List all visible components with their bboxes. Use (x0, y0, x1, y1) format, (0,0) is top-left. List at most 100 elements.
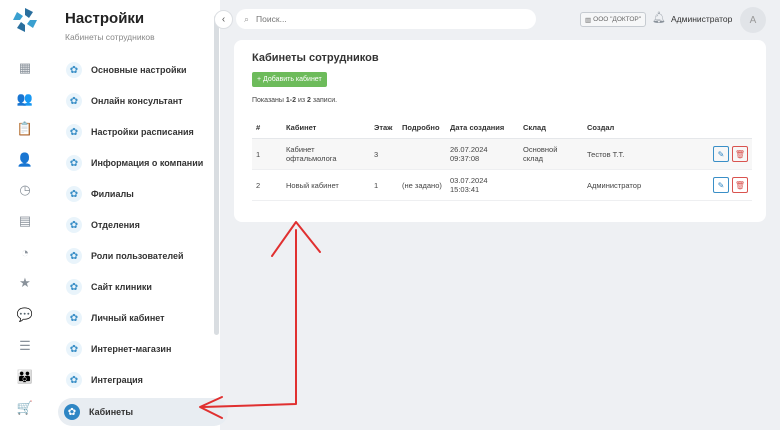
rooms-table: # Кабинет Этаж Подробно Дата создания Склад Со… (252, 116, 752, 201)
records-summary: Показаны 1-2 из 2 записи. (252, 97, 337, 104)
gear-icon: ✿ (66, 93, 82, 109)
sidebar-item-label: Сайт клиники (91, 282, 152, 292)
sidebar-item-label: Настройки расписания (91, 127, 194, 137)
column-header[interactable]: Создал (583, 116, 683, 139)
gear-icon: ✿ (64, 404, 80, 420)
top-bar: ⌕ ▥ ООО "ДОКТОР" 🔔︎ Администратор А (220, 0, 780, 38)
avatar[interactable]: А (740, 7, 766, 33)
sidebar-item-label: Отделения (91, 220, 140, 230)
edit-icon[interactable]: ✎ (713, 146, 729, 162)
column-header[interactable]: Этаж (370, 116, 398, 139)
cell-stock: Основной склад (519, 138, 583, 170)
cell-name: Новый кабинет (282, 169, 370, 201)
gear-icon: ✿ (66, 124, 82, 140)
cell-name: Кабинет офтальмолога (282, 138, 370, 170)
add-room-button[interactable]: + Добавить кабинет (252, 72, 327, 87)
cell-num: 1 (252, 138, 282, 170)
cell-floor: 1 (370, 169, 398, 201)
cell-creator: Администратор (583, 169, 683, 201)
sidebar-item-label: Интеграция (91, 375, 143, 385)
sidebar-item-7[interactable]: ✿ Роли пользователей (60, 242, 220, 270)
users-icon[interactable]: 👥 (15, 89, 35, 109)
cell-details: (не задано) (398, 169, 446, 201)
sidebar-item-label: Кабинеты (89, 407, 134, 417)
table-row[interactable]: 2 Новый кабинет 1 (не задано) 03.07.2024 15:… (252, 169, 752, 201)
search-box[interactable]: ⌕ (236, 9, 536, 29)
search-input[interactable] (254, 13, 519, 25)
sidebar-item-3[interactable]: ✿ Настройки расписания (60, 118, 220, 146)
sidebar-item-label: Информация о компании (91, 158, 204, 168)
cell-stock (519, 169, 583, 201)
sidebar-item-label: Основные настройки (91, 65, 187, 75)
cell-actions: ✎ 🗑︎ (683, 138, 752, 170)
sidebar-item-12[interactable]: ✿ Кабинеты (58, 398, 228, 426)
settings-sidebar: Настройки Кабинеты сотрудников ✿ Основные… (50, 0, 228, 430)
sidebar-item-label: Интернет-магазин (91, 344, 172, 354)
sidebar-item-10[interactable]: ✿ Интернет-магазин (60, 335, 220, 363)
list-icon[interactable]: ☰ (15, 336, 35, 356)
search-icon: ⌕ (244, 13, 250, 24)
sidebar-item-1[interactable]: ✿ Основные настройки (60, 56, 220, 84)
summary-prefix: Показаны (252, 97, 286, 104)
sidebar-item-label: Роли пользователей (91, 251, 184, 261)
column-header[interactable]: Кабинет (282, 116, 370, 139)
gear-icon: ✿ (66, 341, 82, 357)
cell-floor: 3 (370, 138, 398, 170)
chat-icon[interactable]: 💬 (15, 305, 35, 325)
gear-icon: ✿ (66, 217, 82, 233)
gear-icon: ✿ (66, 62, 82, 78)
column-header[interactable]: # (252, 116, 282, 139)
column-header[interactable]: Склад (519, 116, 583, 139)
rooms-card: Кабинеты сотрудников + Добавить кабинет … (234, 40, 766, 222)
user-icon[interactable]: 👤 (15, 150, 35, 170)
bell-icon[interactable]: 🔔︎ (652, 11, 666, 24)
trash-icon[interactable]: 🗑︎ (732, 177, 748, 193)
sidebar-item-11[interactable]: ✿ Интеграция (60, 366, 220, 394)
sidebar-item-6[interactable]: ✿ Отделения (60, 211, 220, 239)
star-icon[interactable]: ★ (15, 273, 35, 293)
clipboard-icon[interactable]: 📋 (15, 119, 35, 139)
logo-icon[interactable] (11, 6, 39, 34)
cart-icon[interactable]: 🛒 (15, 398, 35, 418)
building-icon: ▥ (585, 16, 592, 24)
gear-icon: ✿ (66, 310, 82, 326)
trash-icon[interactable]: 🗑︎ (732, 146, 748, 162)
column-header[interactable]: Дата создания (446, 116, 519, 139)
sidebar-item-9[interactable]: ✿ Личный кабинет (60, 304, 220, 332)
sidebar-subtitle: Кабинеты сотрудников (65, 32, 155, 42)
summary-mid: из (296, 97, 308, 104)
sidebar-item-4[interactable]: ✿ Информация о компании (60, 149, 220, 177)
sidebar-item-label: Филиалы (91, 189, 134, 199)
sidebar-item-2[interactable]: ✿ Онлайн консультант (60, 87, 220, 115)
gear-icon: ✿ (66, 279, 82, 295)
calendar-icon[interactable]: ▦ (15, 58, 35, 78)
clock-icon[interactable]: ◷ (15, 180, 35, 200)
table-icon[interactable]: ▤ (15, 211, 35, 231)
page-title: Кабинеты сотрудников (252, 52, 379, 64)
gear-icon: ✿ (66, 155, 82, 171)
organization-badge[interactable]: ▥ ООО "ДОКТОР" (580, 12, 647, 27)
gear-icon: ✿ (66, 248, 82, 264)
actions-header (683, 116, 752, 139)
sidebar-item-8[interactable]: ✿ Сайт клиники (60, 273, 220, 301)
table-row[interactable]: 1 Кабинет офтальмолога 3 26.07.2024 09:37:0… (252, 138, 752, 170)
gear-icon: ✿ (66, 372, 82, 388)
cell-details (398, 138, 446, 170)
edit-icon[interactable]: ✎ (713, 177, 729, 193)
cell-num: 2 (252, 169, 282, 201)
sidebar-item-label: Личный кабинет (91, 313, 165, 323)
cell-actions: ✎ 🗑︎ (683, 169, 752, 201)
column-header[interactable]: Подробно (398, 116, 446, 139)
sidebar-scrollbar[interactable] (214, 15, 219, 335)
sidebar-item-label: Онлайн консультант (91, 96, 183, 106)
user-name[interactable]: Администратор (671, 14, 732, 24)
icon-rail: ▦ 👥 📋 👤 ◷ ▤ ◔ ★ 💬 ☰ 👪 🛒 (0, 0, 51, 430)
cell-date: 26.07.2024 09:37:08 (446, 138, 519, 170)
sidebar-item-5[interactable]: ✿ Филиалы (60, 180, 220, 208)
summary-suffix: записи. (310, 97, 338, 104)
cell-creator: Тестов Т.Т. (583, 138, 683, 170)
sidebar-title: Настройки (65, 10, 145, 27)
organization-name: ООО "ДОКТОР" (593, 16, 642, 23)
group-icon[interactable]: 👪 (15, 367, 35, 387)
pie-chart-icon[interactable]: ◔ (15, 242, 35, 262)
